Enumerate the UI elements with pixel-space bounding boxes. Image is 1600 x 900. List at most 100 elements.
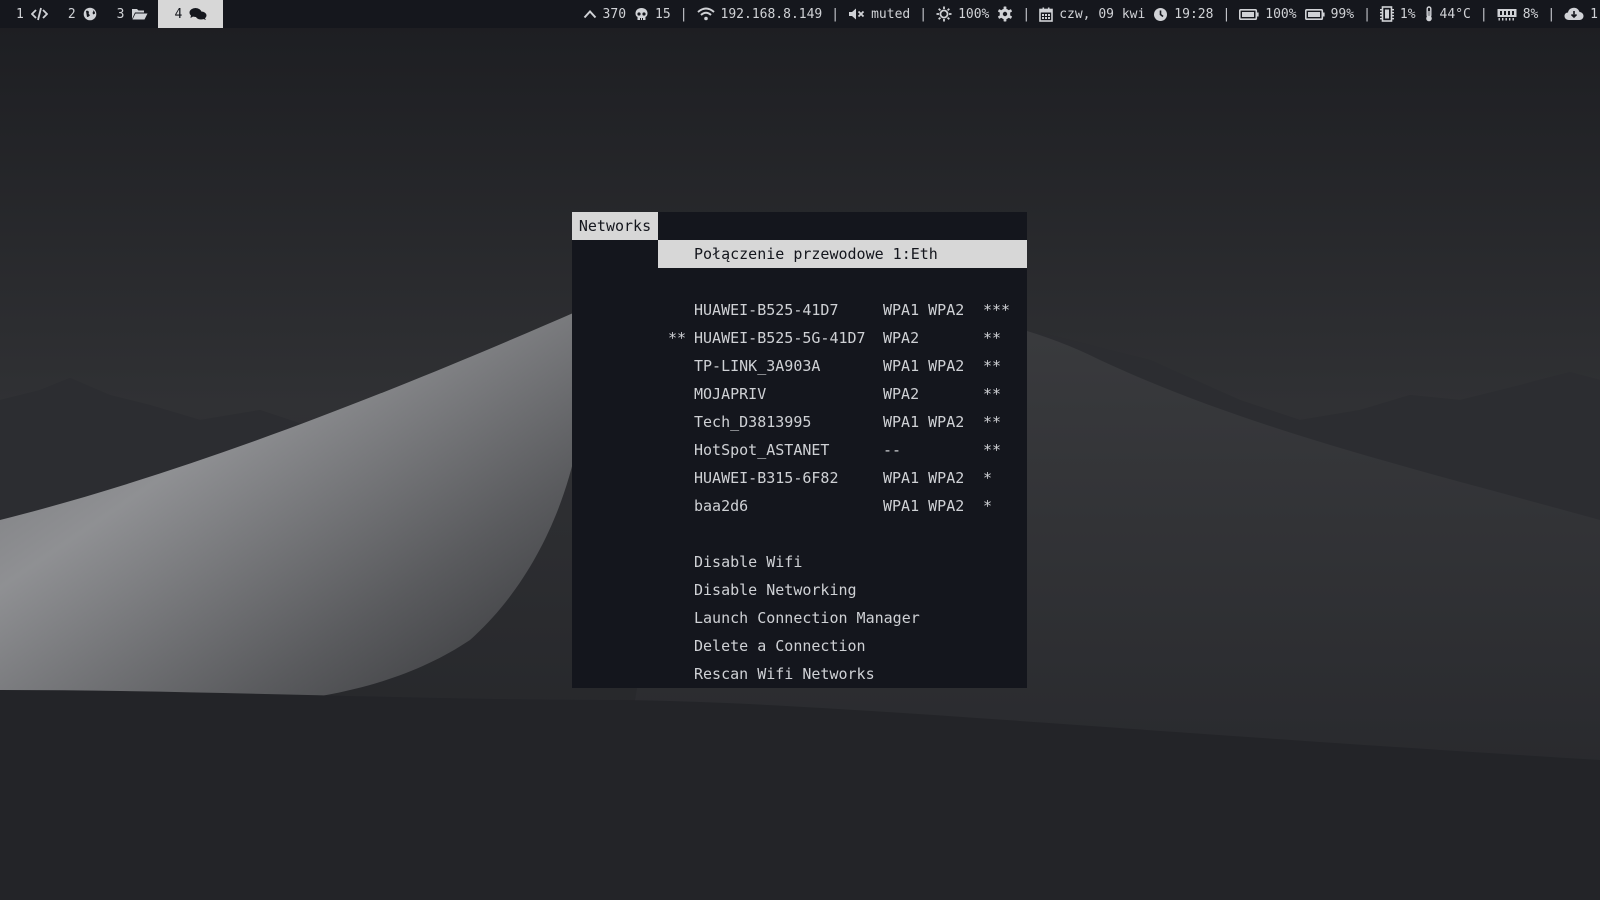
brightness-value: 100% <box>958 6 990 22</box>
separator: | <box>1222 6 1231 22</box>
network-ssid: MOJAPRIV <box>694 385 767 403</box>
menu-spacer <box>658 268 1027 296</box>
separator: | <box>679 6 688 22</box>
volume-status: muted <box>871 6 911 22</box>
network-security: WPA1 WPA2 <box>883 413 965 431</box>
cloud-download-icon <box>1564 7 1584 20</box>
network-ssid: TP-LINK_3A903A <box>694 357 821 375</box>
battery-1-value: 100% <box>1265 6 1297 22</box>
settings-button[interactable] <box>997 6 1013 22</box>
skull-count: 15 <box>655 6 671 22</box>
active-marker <box>658 296 694 324</box>
network-security: WPA1 WPA2 <box>883 357 965 375</box>
network-ssid: Tech_D3813995 <box>694 413 812 431</box>
active-marker <box>658 436 694 464</box>
action-label: Disable Networking <box>694 581 857 599</box>
network-indicator[interactable]: 192.168.8.149 <box>696 6 823 22</box>
ip-address: 192.168.8.149 <box>720 6 823 22</box>
menu-search-input[interactable] <box>658 212 1023 240</box>
menu-prompt: Networks <box>572 212 658 240</box>
workspace-2[interactable]: 2 <box>58 0 107 28</box>
active-marker <box>658 492 694 520</box>
workspace-number: 3 <box>116 6 125 22</box>
battery-2-indicator[interactable]: 99% <box>1304 6 1355 22</box>
workspace-number: 4 <box>174 6 183 22</box>
brightness-indicator[interactable]: 100% <box>936 6 989 22</box>
cpu-indicator[interactable]: 1% <box>1379 6 1416 22</box>
workspace-4[interactable]: 4 <box>158 0 224 28</box>
menu-item-network[interactable]: HUAWEI-B315-6F82 WPA1 WPA2 * <box>658 464 1027 492</box>
menu-item-network[interactable]: Tech_D3813995 WPA1 WPA2 ** <box>658 408 1027 436</box>
workspace-3[interactable]: 3 <box>107 0 159 28</box>
memory-indicator[interactable]: 8% <box>1497 6 1539 22</box>
memory-icon <box>1497 8 1517 20</box>
wifi-icon <box>696 7 715 21</box>
temperature-value: 44°C <box>1439 6 1471 22</box>
network-signal: ** <box>983 329 1002 347</box>
skull-indicator[interactable]: 15 <box>634 7 671 22</box>
menu-item-network[interactable]: HotSpot_ASTANET -- ** <box>658 436 1027 464</box>
battery-1-indicator[interactable]: 100% <box>1239 6 1297 22</box>
active-marker <box>658 408 694 436</box>
code-icon <box>30 7 48 21</box>
network-signal: ** <box>983 357 1002 375</box>
menu-item-network[interactable]: TP-LINK_3A903A WPA1 WPA2 ** <box>658 352 1027 380</box>
active-marker <box>658 380 694 408</box>
action-label: Disable Wifi <box>694 553 803 571</box>
menu-item-network[interactable]: ** HUAWEI-B525-5G-41D7 WPA2 ** <box>658 324 1027 352</box>
action-label: Launch Connection Manager <box>694 609 920 627</box>
calendar-icon <box>1039 7 1054 22</box>
menu-item-network[interactable]: MOJAPRIV WPA2 ** <box>658 380 1027 408</box>
separator: | <box>1022 6 1031 22</box>
volume-indicator[interactable]: muted <box>848 7 910 22</box>
network-ssid: HUAWEI-B525-5G-41D7 <box>694 329 866 347</box>
active-marker <box>658 352 694 380</box>
separator: | <box>1547 6 1556 22</box>
skull-icon <box>635 7 648 20</box>
thermometer-icon <box>1425 6 1432 22</box>
active-marker <box>658 464 694 492</box>
network-ssid: HUAWEI-B315-6F82 <box>694 469 839 487</box>
menu-item-delete-connection[interactable]: Delete a Connection <box>658 632 1027 660</box>
network-signal: ** <box>983 385 1002 403</box>
volume-muted-icon <box>849 8 865 20</box>
battery-2-value: 99% <box>1330 6 1355 22</box>
network-signal: ** <box>983 441 1002 459</box>
network-signal: * <box>983 469 993 487</box>
chat-icon <box>189 8 207 20</box>
clock-icon <box>1154 7 1168 21</box>
menu-item-wired-connection[interactable]: Połączenie przewodowe 1:Eth <box>658 240 1027 268</box>
workspace-1[interactable]: 1 <box>6 0 58 28</box>
date-indicator[interactable]: czw, 09 kwi <box>1039 7 1145 22</box>
menu-item-network[interactable]: HUAWEI-B525-41D7 WPA1 WPA2 *** <box>658 296 1027 324</box>
workspace-number: 2 <box>67 6 76 22</box>
menu-item-launch-connection-manager[interactable]: Launch Connection Manager <box>658 604 1027 632</box>
network-signal: ** <box>983 413 1002 431</box>
separator: | <box>831 6 840 22</box>
network-security: WPA2 <box>883 329 920 347</box>
menu-item-disable-wifi[interactable]: Disable Wifi <box>658 548 1027 576</box>
cloud-indicator[interactable]: 1 <box>1564 7 1598 22</box>
action-label: Delete a Connection <box>694 637 866 655</box>
network-signal: * <box>983 497 993 515</box>
menu-item-disable-networking[interactable]: Disable Networking <box>658 576 1027 604</box>
network-security: WPA1 WPA2 <box>883 301 965 319</box>
brightness-icon <box>936 6 952 22</box>
folder-open-icon <box>132 9 148 20</box>
gear-icon <box>998 6 1013 22</box>
memory-value: 8% <box>1522 6 1539 22</box>
globe-icon <box>83 7 96 21</box>
battery-full-icon <box>1304 8 1325 20</box>
connection-name: Połączenie przewodowe 1:Eth <box>694 245 938 263</box>
workspace-switcher: 1 2 3 4 <box>6 0 224 28</box>
clock-indicator[interactable]: 19:28 <box>1153 7 1213 22</box>
menu-item-rescan-wifi[interactable]: Rescan Wifi Networks <box>658 660 1027 688</box>
menu-spacer <box>658 520 1027 548</box>
updates-indicator[interactable]: 370 <box>583 7 626 22</box>
date-value: czw, 09 kwi <box>1059 6 1146 22</box>
top-status-bar: 1 2 3 4 370 15 | 192.168.8.149 | muted |… <box>0 0 1600 28</box>
temperature-indicator[interactable]: 44°C <box>1424 6 1471 22</box>
time-value: 19:28 <box>1174 6 1214 22</box>
menu-item-network[interactable]: baa2d6 WPA1 WPA2 * <box>658 492 1027 520</box>
updates-count: 370 <box>602 6 627 22</box>
